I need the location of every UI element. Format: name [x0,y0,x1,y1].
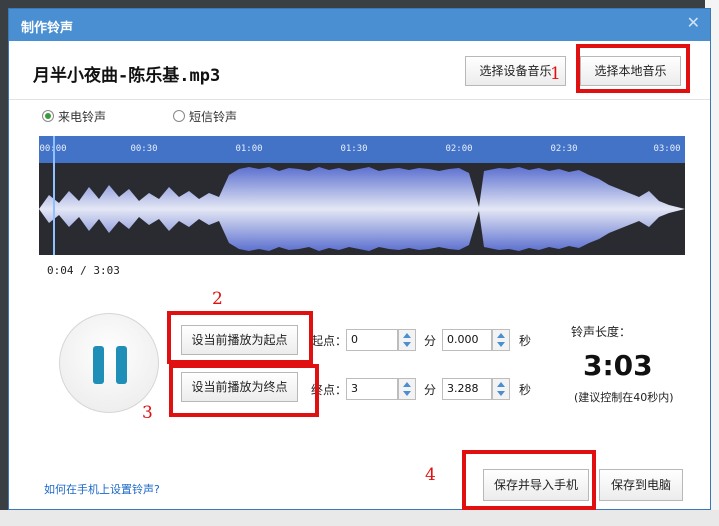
annotation-number-2: 2 [212,289,223,309]
start-second-input[interactable]: 0.000 [442,329,492,351]
end-minute-unit: 分 [424,383,437,397]
radio-selected-icon [42,110,54,122]
start-minute-input[interactable]: 0 [346,329,398,351]
annotation-number-4: 4 [425,465,436,485]
radio-sms-label: 短信铃声 [189,110,238,124]
file-name: 月半小夜曲-陈乐基.mp3 [33,66,221,86]
timeline-tick: 01:00 [235,144,263,154]
start-label: 起点： [311,334,348,348]
end-minute-input[interactable]: 3 [346,378,398,400]
annotation-box-2 [167,311,313,364]
playhead[interactable] [53,136,55,255]
timeline-tick: 02:30 [550,144,578,154]
annotation-box-1 [576,44,690,93]
help-link[interactable]: 如何在手机上设置铃声? [44,481,160,497]
start-minute-stepper[interactable] [398,329,416,351]
pause-icon [93,346,104,384]
timeline-ruler[interactable]: 00:00 00:30 01:00 01:30 02:00 02:30 03:0… [39,136,685,163]
close-icon[interactable]: ✕ [687,13,700,32]
radio-sms-ringtone[interactable]: 短信铃声 [173,108,237,125]
ringtone-dialog: 制作铃声 ✕ 月半小夜曲-陈乐基.mp3 选择设备音乐 选择本地音乐 来电铃声 … [8,8,711,510]
annotation-box-4 [462,450,596,510]
radio-call-ringtone[interactable]: 来电铃声 [42,108,106,125]
background-taskbar [0,510,719,526]
timeline-tick: 01:30 [340,144,368,154]
save-to-pc-button[interactable]: 保存到电脑 [599,469,683,501]
waveform-graphic [39,167,685,251]
timeline-tick: 03:00 [653,144,681,154]
pause-button[interactable] [59,313,159,413]
start-second-unit: 秒 [519,334,532,348]
end-second-unit: 秒 [519,383,532,397]
timeline-tick: 02:00 [445,144,473,154]
play-position: 0:04 / 3:03 [47,264,120,277]
end-minute-stepper[interactable] [398,378,416,400]
start-second-stepper[interactable] [492,329,510,351]
timeline-tick: 00:30 [130,144,158,154]
divider [9,99,710,100]
start-minute-unit: 分 [424,334,437,348]
length-hint: (建议控制在40秒内) [574,391,674,404]
radio-unselected-icon [173,110,185,122]
length-value: 3:03 [583,349,653,382]
annotation-number-1: 1 [550,64,561,84]
annotation-box-3 [169,364,319,417]
radio-call-label: 来电铃声 [58,110,107,124]
waveform[interactable] [39,163,685,255]
end-second-input[interactable]: 3.288 [442,378,492,400]
dialog-title: 制作铃声 [21,21,74,36]
titlebar: 制作铃声 ✕ [9,9,710,41]
annotation-number-3: 3 [142,403,153,423]
length-label: 铃声长度： [571,325,632,339]
end-second-stepper[interactable] [492,378,510,400]
pause-icon [116,346,127,384]
